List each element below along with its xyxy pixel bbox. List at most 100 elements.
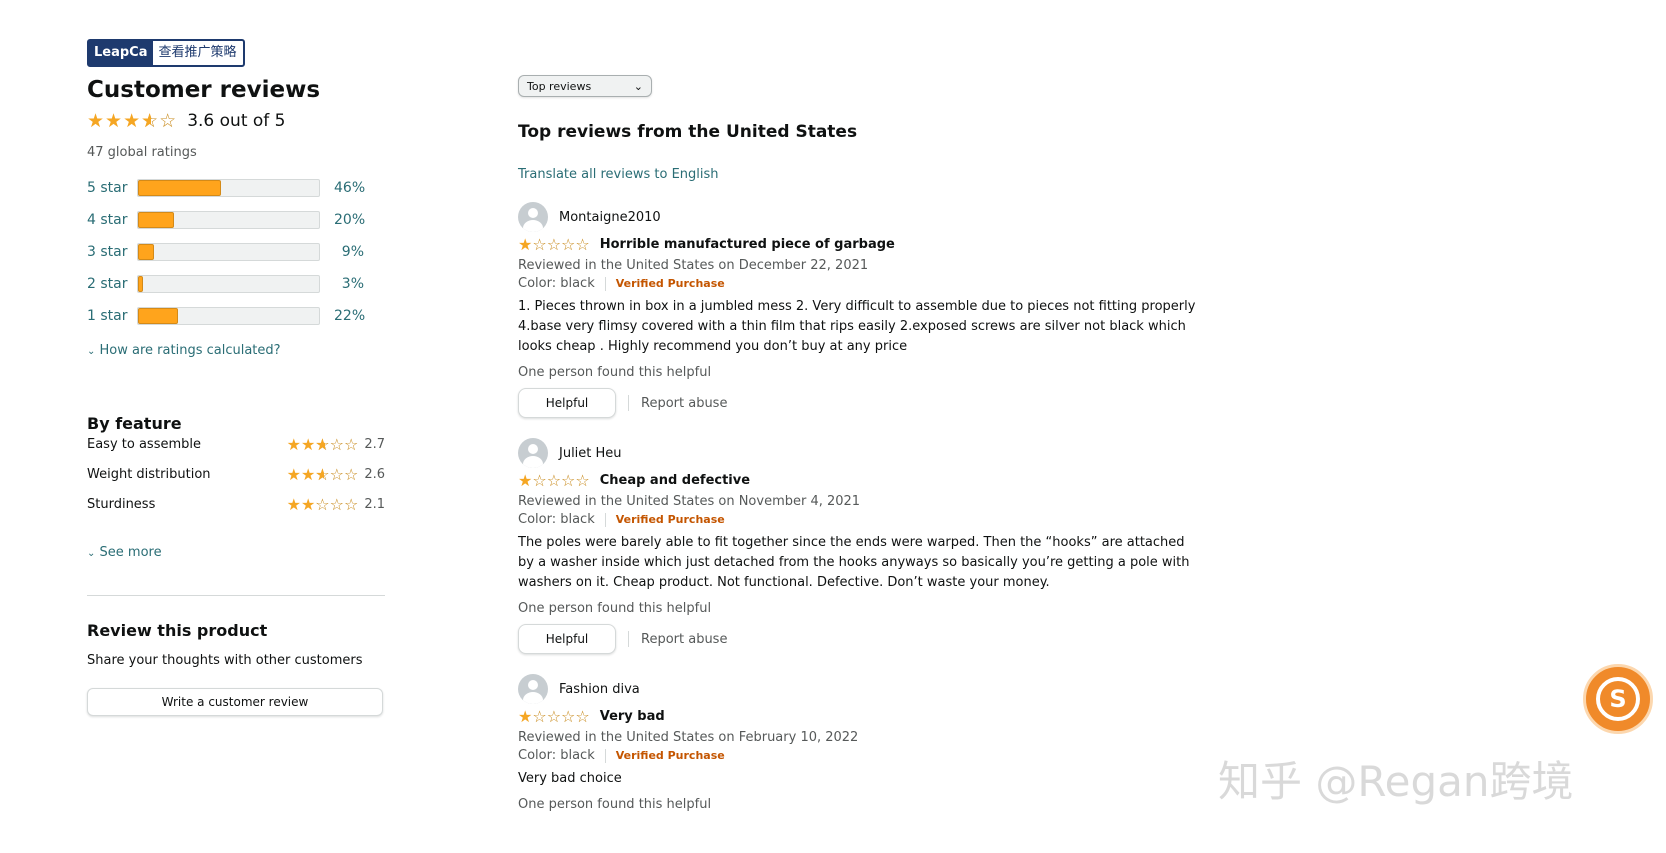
report-abuse-link[interactable]: Report abuse xyxy=(641,632,727,647)
chevron-down-icon: ⌄ xyxy=(87,548,96,559)
overall-rating-text: 3.6 out of 5 xyxy=(187,111,286,131)
histogram-percent[interactable]: 20% xyxy=(334,212,365,228)
review-date: Reviewed in the United States on Novembe… xyxy=(518,494,861,509)
separator xyxy=(604,276,606,291)
verified-purchase-badge: Verified Purchase xyxy=(615,277,725,290)
feature-row: Weight distribution ★★☆ ★ ☆☆ 2.6 xyxy=(87,465,385,484)
review-title[interactable]: Very bad xyxy=(600,709,665,724)
zhihu-s-logo[interactable]: S xyxy=(1583,664,1653,734)
helpful-button[interactable]: Helpful xyxy=(518,388,616,418)
feature-name: Easy to assemble xyxy=(87,437,201,452)
histogram-row[interactable]: 3 star 9% xyxy=(87,242,364,262)
review-stars-icon[interactable]: ★☆☆☆☆ xyxy=(518,707,590,726)
feature-row: Easy to assemble ★★☆ ★ ☆☆ 2.7 xyxy=(87,435,385,454)
separator xyxy=(628,395,629,411)
histogram-label[interactable]: 4 star xyxy=(87,212,137,228)
histogram-row[interactable]: 4 star 20% xyxy=(87,210,365,230)
overall-rating: ★★★☆ ★ ☆ 3.6 out of 5 xyxy=(87,110,286,132)
how-ratings-label: How are ratings calculated? xyxy=(99,343,281,358)
helpful-count: One person found this helpful xyxy=(518,601,712,616)
separator xyxy=(604,512,606,527)
feature-rating: ★★☆★☆☆ 2.1 xyxy=(287,495,385,514)
user-avatar-icon xyxy=(518,202,548,232)
review-actions: Helpful Report abuse xyxy=(518,388,1198,418)
review-color[interactable]: Color: black xyxy=(518,276,595,291)
helpful-button[interactable]: Helpful xyxy=(518,624,616,654)
review-body: 1. Pieces thrown in box in a jumbled mes… xyxy=(518,299,1196,354)
reviews-section-title: Top reviews from the United States xyxy=(518,122,858,142)
histogram-bar[interactable] xyxy=(137,243,320,261)
review-title[interactable]: Cheap and defective xyxy=(600,473,750,488)
histogram-fill xyxy=(138,244,155,260)
feature-rating: ★★☆ ★ ☆☆ 2.7 xyxy=(287,435,385,454)
histogram-bar[interactable] xyxy=(137,179,320,197)
histogram-percent[interactable]: 46% xyxy=(334,180,365,196)
histogram-row[interactable]: 1 star 22% xyxy=(87,306,365,326)
global-ratings-count: 47 global ratings xyxy=(87,145,197,160)
histogram-percent[interactable]: 9% xyxy=(334,244,364,260)
review-meta: Color: black Verified Purchase xyxy=(518,276,1198,291)
review-actions: Helpful Report abuse xyxy=(518,624,1198,654)
by-feature-title: By feature xyxy=(87,414,182,433)
feature-row: Sturdiness ★★☆★☆☆ 2.1 xyxy=(87,495,385,514)
translate-link[interactable]: Translate all reviews to English xyxy=(518,167,719,182)
sort-select[interactable]: Top reviews ⌄ xyxy=(518,75,652,97)
review-title-row: ★☆☆☆☆ Cheap and defective xyxy=(518,471,1198,490)
how-ratings-calculated-link[interactable]: ⌄ How are ratings calculated? xyxy=(87,343,281,358)
badge-brand: LeapCa xyxy=(89,41,153,65)
review-title-row: ★☆☆☆☆ Very bad xyxy=(518,707,1198,726)
feature-rating-value: 2.7 xyxy=(364,437,385,452)
verified-purchase-badge: Verified Purchase xyxy=(615,749,725,762)
review-author[interactable]: Juliet Heu xyxy=(559,446,622,461)
review-author[interactable]: Fashion diva xyxy=(559,682,640,697)
review-title[interactable]: Horrible manufactured piece of garbage xyxy=(600,237,895,252)
histogram-label[interactable]: 5 star xyxy=(87,180,137,196)
histogram-fill xyxy=(138,180,222,196)
review-color[interactable]: Color: black xyxy=(518,512,595,527)
overall-stars-icon: ★★★☆ ★ ☆ xyxy=(87,110,178,132)
verified-purchase-badge: Verified Purchase xyxy=(615,513,725,526)
feature-rating: ★★☆ ★ ☆☆ 2.6 xyxy=(287,465,385,484)
review-body: Very bad choice xyxy=(518,771,622,786)
report-abuse-link[interactable]: Report abuse xyxy=(641,396,727,411)
see-more-label: See more xyxy=(99,545,162,560)
feature-rating-value: 2.6 xyxy=(364,467,385,482)
review-meta: Color: black Verified Purchase xyxy=(518,748,1198,763)
feature-stars-icon: ★★☆★☆☆ xyxy=(286,465,359,484)
histogram-label[interactable]: 1 star xyxy=(87,308,137,324)
histogram-row[interactable]: 2 star 3% xyxy=(87,274,364,294)
histogram-label[interactable]: 2 star xyxy=(87,276,137,292)
leapcat-badge[interactable]: LeapCa 查看推广策略 xyxy=(87,39,245,67)
feature-rating-value: 2.1 xyxy=(364,497,385,512)
review-color[interactable]: Color: black xyxy=(518,748,595,763)
badge-link[interactable]: 查看推广策略 xyxy=(153,41,243,65)
write-review-button[interactable]: Write a customer review xyxy=(87,688,383,716)
feature-name: Weight distribution xyxy=(87,467,211,482)
histogram-percent[interactable]: 3% xyxy=(334,276,364,292)
review-author[interactable]: Montaigne2010 xyxy=(559,210,661,225)
divider xyxy=(87,595,385,596)
histogram-bar[interactable] xyxy=(137,307,320,325)
review-stars-icon[interactable]: ★☆☆☆☆ xyxy=(518,471,590,490)
review-title-row: ★☆☆☆☆ Horrible manufactured piece of gar… xyxy=(518,235,1198,254)
separator xyxy=(628,631,629,647)
chevron-down-icon: ⌄ xyxy=(87,346,96,357)
review-meta: Color: black Verified Purchase xyxy=(518,512,1198,527)
chevron-down-icon: ⌄ xyxy=(633,79,643,93)
review-author-row: Fashion diva xyxy=(518,673,1198,705)
histogram-percent[interactable]: 22% xyxy=(334,308,365,324)
feature-stars-icon: ★★☆★☆☆ xyxy=(286,435,359,454)
separator xyxy=(604,748,606,763)
review-date: Reviewed in the United States on Decembe… xyxy=(518,258,869,273)
feature-stars-icon: ★★☆★☆☆ xyxy=(286,495,359,514)
histogram-label[interactable]: 3 star xyxy=(87,244,137,260)
review-product-title: Review this product xyxy=(87,621,268,640)
histogram-bar[interactable] xyxy=(137,275,320,293)
user-avatar-icon xyxy=(518,674,548,704)
see-more-link[interactable]: ⌄ See more xyxy=(87,545,162,560)
review-stars-icon[interactable]: ★☆☆☆☆ xyxy=(518,235,590,254)
helpful-count: One person found this helpful xyxy=(518,797,712,812)
histogram-bar[interactable] xyxy=(137,211,320,229)
watermark: 知乎 @Regan跨境 xyxy=(1218,757,1574,806)
histogram-row[interactable]: 5 star 46% xyxy=(87,178,365,198)
